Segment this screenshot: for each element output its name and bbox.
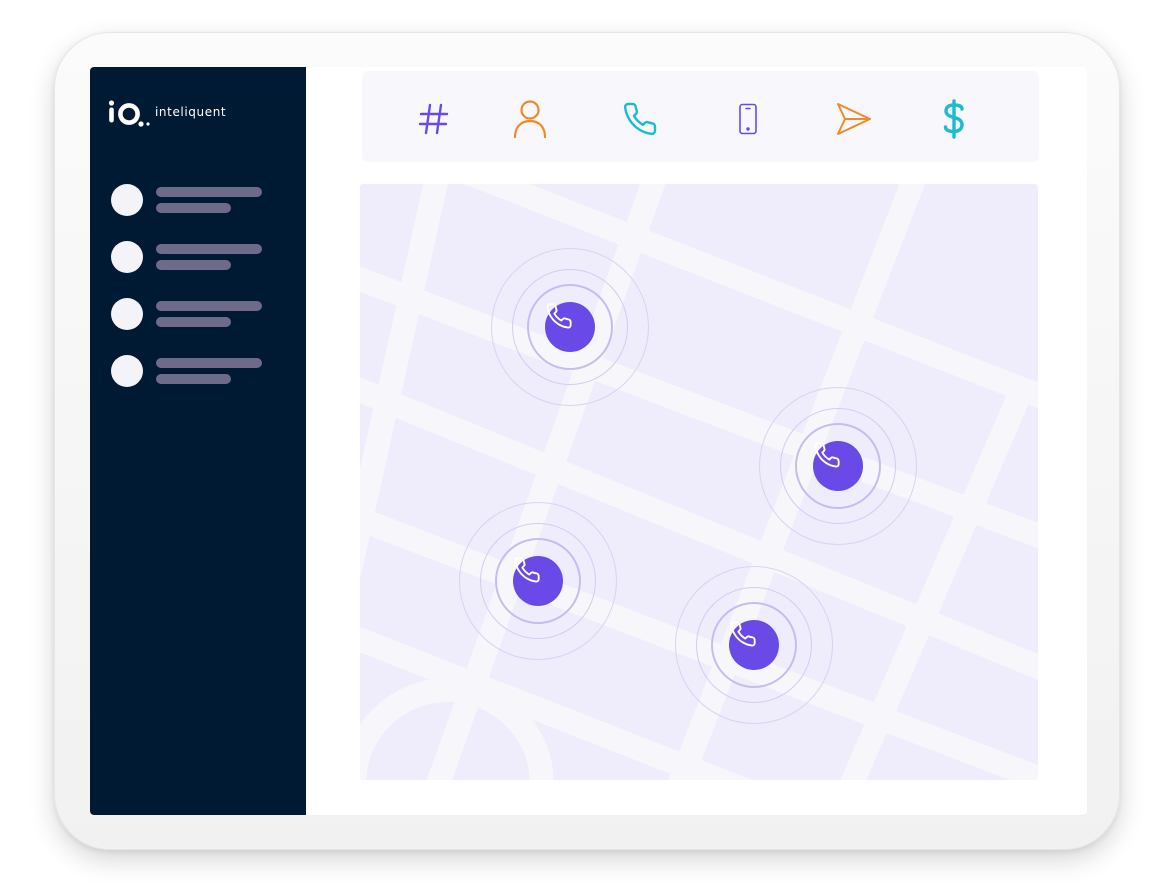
text-placeholder-line <box>156 301 262 311</box>
mobile-icon <box>739 103 757 135</box>
pin-badge <box>545 302 595 352</box>
phone-button[interactable] <box>620 99 660 139</box>
dollar-icon <box>943 99 964 139</box>
text-placeholder-line <box>156 260 231 270</box>
sidebar-item[interactable] <box>111 298 291 355</box>
pin-badge <box>513 556 563 606</box>
send-icon <box>837 103 871 135</box>
brand-logo: inteliquent <box>108 99 226 127</box>
phone-icon <box>546 303 572 329</box>
avatar <box>111 241 143 273</box>
text-placeholder-line <box>156 358 262 368</box>
hash-icon <box>418 103 449 135</box>
text-placeholder-line <box>156 187 262 197</box>
call-location-pin[interactable] <box>490 247 650 407</box>
mobile-button[interactable] <box>728 99 768 139</box>
brand-name: inteliquent <box>155 105 227 119</box>
avatar <box>111 184 143 216</box>
inteliquent-logo-icon <box>108 100 150 127</box>
dollar-button[interactable] <box>934 99 974 139</box>
call-location-pin[interactable] <box>758 386 918 546</box>
pin-badge <box>813 441 863 491</box>
text-placeholder-line <box>156 317 231 327</box>
call-location-pin[interactable] <box>458 501 618 661</box>
channel-toolbar <box>362 71 1039 162</box>
text-placeholder-line <box>156 203 231 213</box>
sidebar-item[interactable] <box>111 241 291 298</box>
user-icon <box>513 100 547 139</box>
sidebar-nav <box>111 184 291 412</box>
pin-badge <box>729 620 779 670</box>
sidebar: inteliquent <box>90 67 306 815</box>
send-button[interactable] <box>834 99 874 139</box>
sidebar-item[interactable] <box>111 184 291 241</box>
map-view[interactable] <box>360 184 1038 780</box>
phone-icon <box>730 621 756 647</box>
avatar <box>111 355 143 387</box>
call-location-pin[interactable] <box>674 565 834 725</box>
avatar <box>111 298 143 330</box>
text-placeholder-line <box>156 244 262 254</box>
sidebar-item[interactable] <box>111 355 291 412</box>
user-button[interactable] <box>510 99 550 139</box>
phone-icon <box>623 102 657 136</box>
app-screen: inteliquent <box>90 67 1087 815</box>
text-placeholder-line <box>156 374 231 384</box>
hash-button[interactable] <box>414 99 454 139</box>
phone-icon <box>514 557 540 583</box>
phone-icon <box>814 442 840 468</box>
